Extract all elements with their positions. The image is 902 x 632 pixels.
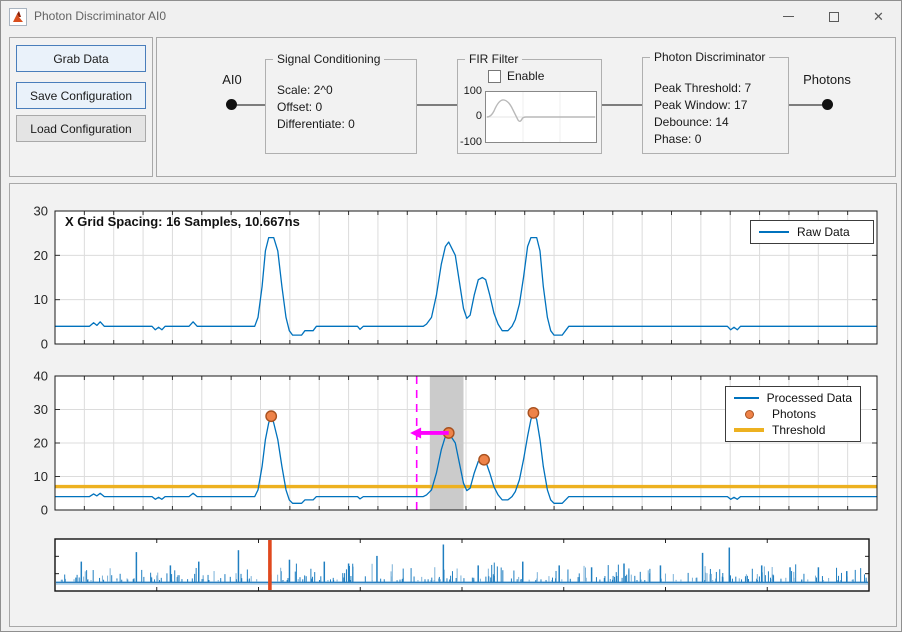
fir-filter-group: FIR Filter Enable 100 0 -100 [457, 59, 602, 154]
zoom-window-band[interactable] [430, 376, 464, 510]
raw-data-legend-label: Raw Data [797, 225, 850, 239]
processed-legend-label: Processed Data [767, 391, 852, 405]
offset-value: Offset: 0 [277, 99, 355, 116]
processed-plot-ytick: 20 [34, 436, 48, 451]
pipeline-diagram-panel: AI0 Signal Conditioning Scale: 2^0 Offse… [156, 37, 896, 177]
signal-conditioning-group: Signal Conditioning Scale: 2^0 Offset: 0… [265, 59, 417, 154]
photon-marker[interactable] [479, 455, 489, 465]
window-title: Photon Discriminator AI0 [34, 9, 166, 23]
wire-input-to-conditioning [237, 104, 265, 106]
peak-window-value: Peak Window: 17 [654, 97, 751, 114]
processed-plot-ytick: 10 [34, 469, 48, 484]
close-button[interactable]: ✕ [856, 1, 901, 32]
photons-legend-marker [745, 410, 754, 419]
photon-discriminator-title: Photon Discriminator [650, 50, 769, 64]
fir-ytick-100: 100 [456, 85, 482, 97]
processed-data-legend[interactable]: Processed Data Photons Threshold [725, 386, 861, 442]
raw-plot-ytick: 30 [34, 204, 48, 219]
output-node-label: Photons [797, 72, 857, 87]
processed-plot-ytick: 0 [41, 503, 48, 518]
processed-plot-ytick: 30 [34, 402, 48, 417]
fir-impulse-response-plot [485, 91, 597, 143]
threshold-legend-label: Threshold [772, 423, 825, 437]
wire-discriminator-to-output [789, 104, 822, 106]
window-controls: ✕ [766, 1, 901, 32]
controls-panel: Grab Data Save Configuration Load Config… [9, 37, 153, 177]
fir-ytick-0: 0 [456, 110, 482, 122]
processed-legend-line [734, 397, 759, 399]
close-icon: ✕ [873, 9, 884, 25]
differentiate-value: Differentiate: 0 [277, 116, 355, 133]
photon-marker[interactable] [266, 411, 276, 421]
raw-data-legend[interactable]: Raw Data [750, 220, 874, 244]
grab-data-button[interactable]: Grab Data [16, 45, 146, 72]
grid-spacing-annotation: X Grid Spacing: 16 Samples, 10.667ns [65, 214, 300, 229]
peak-threshold-value: Peak Threshold: 7 [654, 80, 751, 97]
input-node-label: AI0 [213, 72, 251, 87]
phase-value: Phase: 0 [654, 131, 751, 148]
app-window: Photon Discriminator AI0 ✕ Grab Data Sav… [0, 0, 902, 632]
minimize-icon [783, 16, 794, 17]
photon-marker[interactable] [528, 408, 538, 418]
wire-conditioning-to-fir [417, 104, 457, 106]
signal-conditioning-title: Signal Conditioning [273, 52, 384, 66]
debounce-value: Debounce: 14 [654, 114, 751, 131]
raw-data-legend-line [759, 231, 789, 233]
fir-enable-checkbox[interactable] [488, 70, 501, 83]
threshold-legend-line [734, 428, 764, 432]
photons-legend-label: Photons [772, 407, 816, 421]
minimize-button[interactable] [766, 1, 811, 32]
raw-plot-ytick: 20 [34, 248, 48, 263]
fir-enable-label: Enable [507, 69, 544, 83]
matlab-app-icon [9, 8, 27, 26]
save-configuration-button[interactable]: Save Configuration [16, 82, 146, 109]
output-node-dot [822, 99, 833, 110]
input-node-dot [226, 99, 237, 110]
processed-plot-ytick: 40 [34, 369, 48, 384]
maximize-button[interactable] [811, 1, 856, 32]
raw-plot-ytick: 0 [41, 337, 48, 352]
scale-value: Scale: 2^0 [277, 82, 355, 99]
maximize-icon [829, 12, 839, 22]
wire-fir-to-discriminator [602, 104, 642, 106]
fir-ytick-neg100: -100 [456, 136, 482, 148]
raw-plot-ytick: 10 [34, 292, 48, 307]
fir-filter-title: FIR Filter [465, 52, 522, 66]
photon-discriminator-group: Photon Discriminator Peak Threshold: 7 P… [642, 57, 789, 154]
load-configuration-button[interactable]: Load Configuration [16, 115, 146, 142]
plots-panel: 0 10 20 30 0 10 20 30 40 X Grid Spacing: 16 Samp… [9, 183, 897, 627]
title-bar: Photon Discriminator AI0 ✕ [1, 1, 901, 32]
